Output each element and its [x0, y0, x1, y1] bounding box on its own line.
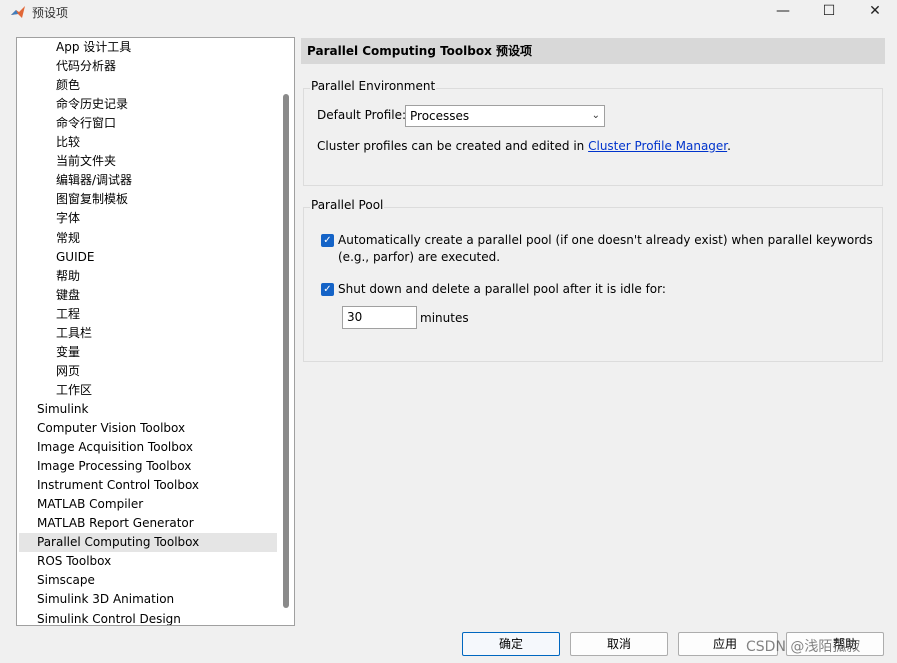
shutdown-pool-checkbox[interactable]: ✓	[321, 283, 334, 296]
tree-item[interactable]: App 设计工具	[19, 38, 131, 57]
idle-minutes-input[interactable]: 30	[342, 306, 417, 329]
maximize-icon[interactable]: ☐	[806, 0, 852, 24]
chevron-down-icon: ⌄	[591, 110, 600, 121]
ok-button[interactable]: 确定	[462, 632, 560, 656]
tree-item[interactable]: 工程	[19, 305, 80, 324]
tree-item[interactable]: 比较	[19, 133, 80, 152]
page-title: Parallel Computing Toolbox 预设项	[301, 38, 885, 64]
title-bar: 预设项 — ☐ ✕	[0, 0, 897, 24]
tree-item[interactable]: ROS Toolbox	[19, 552, 111, 571]
tree-item[interactable]: 图窗复制模板	[19, 190, 128, 209]
tree-item[interactable]: 命令行窗口	[19, 114, 116, 133]
auto-create-pool-label: Automatically create a parallel pool (if…	[338, 233, 873, 247]
tree-item[interactable]: GUIDE	[19, 248, 94, 267]
idle-minutes-unit: minutes	[420, 311, 469, 325]
auto-create-pool-label-2: (e.g., parfor) are executed.	[338, 250, 501, 264]
parallel-environment-title: Parallel Environment	[310, 79, 437, 93]
tree-item-selected[interactable]: Parallel Computing Toolbox	[19, 533, 277, 553]
tree-item[interactable]: Computer Vision Toolbox	[19, 419, 185, 438]
tree-scrollbar[interactable]	[283, 94, 289, 608]
tree-item[interactable]: Instrument Control Toolbox	[19, 476, 199, 495]
tree-item[interactable]: 字体	[19, 209, 80, 228]
cancel-button[interactable]: 取消	[570, 632, 668, 656]
preferences-tree[interactable]: App 设计工具 代码分析器 颜色 命令历史记录 命令行窗口 比较 当前文件夹 编辑器/调试器…	[16, 37, 295, 626]
tree-item[interactable]: Simscape	[19, 571, 95, 590]
cluster-profile-text: Cluster profiles can be created and edit…	[317, 139, 731, 153]
window-title: 预设项	[32, 6, 69, 20]
tree-item[interactable]: 网页	[19, 362, 80, 381]
tree-item[interactable]: 工作区	[19, 381, 92, 400]
tree-item[interactable]: 编辑器/调试器	[19, 171, 132, 190]
minimize-icon[interactable]: —	[760, 0, 806, 24]
shutdown-pool-label: Shut down and delete a parallel pool aft…	[338, 282, 666, 296]
parallel-pool-group: Parallel Pool ✓ Automatically create a p…	[303, 198, 883, 362]
cluster-profile-period: .	[727, 139, 731, 153]
tree-item[interactable]: MATLAB Compiler	[19, 495, 143, 514]
tree-item[interactable]: 颜色	[19, 76, 80, 95]
auto-create-pool-checkbox[interactable]: ✓	[321, 234, 334, 247]
tree-item[interactable]: Image Processing Toolbox	[19, 457, 191, 476]
default-profile-select[interactable]: Processes ⌄	[405, 105, 605, 127]
tree-item[interactable]: MATLAB Report Generator	[19, 514, 194, 533]
tree-item[interactable]: Image Acquisition Toolbox	[19, 438, 193, 457]
tree-item[interactable]: Simulink	[19, 400, 88, 419]
tree-item[interactable]: 当前文件夹	[19, 152, 116, 171]
tree-item[interactable]: 工具栏	[19, 324, 92, 343]
parallel-environment-group: Parallel Environment Default Profile: Pr…	[303, 79, 883, 186]
matlab-logo-icon	[11, 6, 25, 18]
tree-item[interactable]: Simulink 3D Animation	[19, 590, 174, 609]
tree-item[interactable]: Simulink Control Design	[19, 610, 181, 626]
cluster-profile-prefix: Cluster profiles can be created and edit…	[317, 139, 585, 153]
default-profile-value: Processes	[410, 109, 470, 123]
tree-item[interactable]: 变量	[19, 343, 80, 362]
watermark: CSDN @浅陌孤寂	[746, 639, 861, 655]
tree-item[interactable]: 命令历史记录	[19, 95, 128, 114]
cluster-profile-manager-link[interactable]: Cluster Profile Manager	[588, 139, 727, 153]
parallel-pool-title: Parallel Pool	[310, 198, 385, 212]
close-icon[interactable]: ✕	[852, 0, 897, 24]
tree-item[interactable]: 常规	[19, 229, 80, 248]
default-profile-label: Default Profile:	[317, 108, 407, 122]
tree-item[interactable]: 帮助	[19, 267, 80, 286]
tree-item[interactable]: 代码分析器	[19, 57, 116, 76]
tree-item[interactable]: 键盘	[19, 286, 80, 305]
